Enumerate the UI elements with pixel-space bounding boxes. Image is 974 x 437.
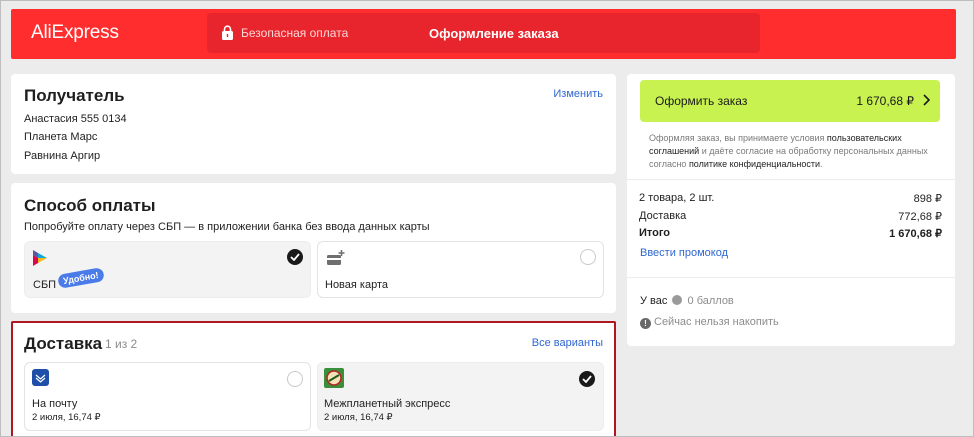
payment-card: Способ оплаты Попробуйте оплату через СБ… — [11, 183, 616, 313]
delivery-card: Доставка 1 из 2 Все варианты На почту 2 … — [11, 321, 616, 436]
points-note: Сейчас нельзя накопить — [654, 316, 779, 328]
delivery-counter: 1 из 2 — [105, 337, 138, 351]
header-bar: AliExpress Безопасная оплата Оформление … — [11, 9, 956, 59]
order-summary-card: Оформить заказ 1 670,68 ₽ Оформляя заказ… — [627, 74, 955, 346]
summary-divider — [627, 277, 955, 278]
terms-text: . — [820, 159, 823, 169]
promo-code-link[interactable]: Ввести промокод — [640, 247, 728, 259]
points-value: 0 баллов — [687, 295, 734, 307]
all-delivery-options-link[interactable]: Все варианты — [532, 337, 603, 349]
summary-total-row: Итого 1 670,68 ₽ — [639, 227, 942, 240]
summary-items-row: 2 товара, 2 шт. 898 ₽ — [639, 192, 942, 205]
recipient-title: Получатель — [24, 86, 125, 105]
payment-option-label: СБП — [33, 279, 57, 291]
order-terms: Оформляя заказ, вы принимаете условия по… — [649, 132, 949, 171]
selected-check-icon — [579, 371, 595, 387]
recipient-card: Получатель Изменить Анастасия 555 0134 П… — [11, 74, 616, 174]
points-note-row: ! Сейчас нельзя накопить — [640, 316, 779, 329]
recipient-planet: Планета Марс — [24, 131, 98, 143]
checkout-page: AliExpress Безопасная оплата Оформление … — [0, 0, 974, 437]
summary-divider — [627, 179, 955, 180]
info-icon: ! — [640, 318, 651, 329]
secure-payment-banner: Безопасная оплата Оформление заказа — [207, 13, 760, 53]
chevron-right-icon — [923, 94, 930, 106]
convenient-badge: Удобно! — [57, 267, 105, 289]
delivery-option-label: Межпланетный экспресс — [324, 398, 451, 410]
items-label: 2 товара, 2 шт. — [639, 192, 715, 204]
place-order-label: Оформить заказ — [655, 94, 748, 108]
post-icon — [32, 369, 49, 386]
delivery-option-label: На почту — [32, 398, 78, 410]
express-icon — [324, 368, 344, 388]
total-value: 1 670,68 ₽ — [889, 228, 942, 240]
selected-check-icon — [287, 249, 303, 265]
edit-recipient-link[interactable]: Изменить — [553, 88, 603, 100]
page-title: Оформление заказа — [429, 26, 559, 41]
unselected-radio[interactable] — [287, 371, 303, 387]
delivery-title: Доставка — [24, 334, 103, 353]
payment-option-label: Новая карта — [325, 279, 388, 291]
aliexpress-logo[interactable]: AliExpress — [31, 22, 119, 44]
shipping-value: 772,68 ₽ — [898, 211, 942, 223]
payment-hint: Попробуйте оплату через СБП — в приложен… — [24, 221, 430, 233]
secure-payment-label: Безопасная оплата — [241, 26, 349, 40]
shipping-label: Доставка — [639, 210, 687, 222]
points-coin-icon — [672, 295, 683, 305]
terms-text: Оформляя заказ, вы принимаете условия — [649, 133, 827, 143]
unselected-radio[interactable] — [580, 249, 596, 265]
delivery-option-express[interactable]: Межпланетный экспресс 2 июля, 16,74 ₽ — [317, 362, 604, 431]
delivery-option-post[interactable]: На почту 2 июля, 16,74 ₽ — [24, 362, 311, 431]
total-label: Итого — [639, 227, 671, 239]
payment-option-new-card[interactable]: Новая карта — [317, 241, 604, 298]
payment-title: Способ оплаты — [24, 196, 156, 215]
delivery-option-detail: 2 июля, 16,74 ₽ — [324, 412, 393, 423]
summary-shipping-row: Доставка 772,68 ₽ — [639, 210, 942, 223]
items-value: 898 ₽ — [913, 193, 942, 205]
sbp-icon — [33, 250, 47, 266]
points-row: У вас 0 баллов — [640, 295, 734, 307]
privacy-policy-link[interactable]: политике конфиденциальности — [689, 159, 820, 169]
place-order-amount: 1 670,68 ₽ — [856, 94, 914, 108]
recipient-name-phone: Анастасия 555 0134 — [24, 113, 127, 125]
card-plus-icon — [327, 250, 345, 265]
recipient-region: Равнина Аргир — [24, 150, 101, 162]
place-order-button[interactable]: Оформить заказ 1 670,68 ₽ — [640, 80, 940, 122]
delivery-option-detail: 2 июля, 16,74 ₽ — [32, 412, 101, 423]
payment-option-sbp[interactable]: СБП Удобно! — [24, 241, 311, 298]
lock-icon — [222, 25, 233, 40]
points-prefix: У вас — [640, 295, 668, 307]
